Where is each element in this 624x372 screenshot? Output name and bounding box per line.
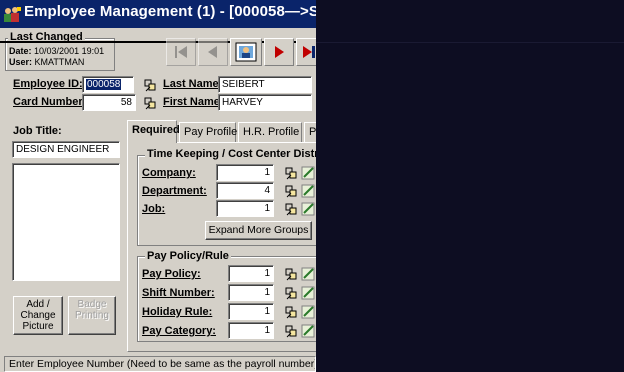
tab-required[interactable]: Required	[127, 120, 180, 143]
card-number-field[interactable]: 58	[82, 94, 136, 111]
edit-pencil-icon[interactable]	[301, 285, 315, 301]
people-icon	[2, 5, 22, 23]
add-change-picture-button[interactable]: Add / Change Picture	[13, 296, 63, 335]
job-label: Job:	[142, 203, 166, 215]
company-field[interactable]: 1	[216, 164, 274, 181]
department-field[interactable]: 4	[216, 182, 274, 199]
last-changed-date-value: 10/03/2001 19:01	[34, 46, 105, 56]
holiday-rule-label: Holiday Rule:	[142, 306, 213, 318]
holiday-rule-field[interactable]: 1	[228, 303, 274, 320]
redacted-region	[316, 0, 624, 372]
last-name-label: Last Name:	[163, 78, 223, 90]
badge-printing-button[interactable]: Badge Printing	[68, 296, 116, 335]
company-label: Company:	[142, 167, 196, 179]
job-field[interactable]: 1	[216, 200, 274, 217]
expand-more-groups-button[interactable]: Expand More Groups	[205, 221, 312, 240]
first-record-button[interactable]	[166, 38, 196, 66]
pay-policy-label: Pay Policy:	[142, 268, 201, 280]
status-bar: Enter Employee Number (Need to be same a…	[4, 356, 316, 372]
shift-number-field[interactable]: 1	[228, 284, 274, 301]
employee-card-button[interactable]	[230, 38, 262, 66]
next-record-button[interactable]	[264, 38, 294, 66]
lookup-icon[interactable]	[283, 266, 299, 282]
employee-id-label: Employee ID:	[13, 78, 83, 90]
employee-photo	[12, 163, 120, 281]
timekeeping-legend: Time Keeping / Cost Center Distribut	[145, 148, 341, 160]
lookup-icon[interactable]	[142, 95, 158, 111]
job-title-label: Job Title:	[13, 125, 62, 137]
edit-pencil-icon[interactable]	[301, 266, 315, 282]
pay-category-field[interactable]: 1	[228, 322, 274, 339]
edit-pencil-icon[interactable]	[301, 183, 315, 199]
lookup-icon[interactable]	[283, 304, 299, 320]
last-name-field[interactable]: SEIBERT	[218, 76, 312, 93]
pay-policy-legend: Pay Policy/Rule	[145, 250, 231, 262]
employee-id-field[interactable]: 000058	[82, 76, 134, 93]
lookup-icon[interactable]	[283, 285, 299, 301]
lookup-icon[interactable]	[283, 323, 299, 339]
employee-id-value: 000058	[86, 79, 122, 90]
edit-pencil-icon[interactable]	[301, 304, 315, 320]
lookup-icon[interactable]	[142, 77, 158, 93]
edit-pencil-icon[interactable]	[301, 201, 315, 217]
lookup-icon[interactable]	[283, 201, 299, 217]
redacted-divider	[316, 42, 624, 43]
last-changed-user-value: KMATTMAN	[34, 57, 85, 67]
department-label: Department:	[142, 185, 207, 197]
employee-management-window: Employee Management (1) - [000058—>SEIBE…	[0, 0, 624, 372]
lookup-icon[interactable]	[283, 183, 299, 199]
first-name-label: First Name:	[163, 96, 224, 108]
previous-record-button[interactable]	[198, 38, 228, 66]
lookup-icon[interactable]	[283, 165, 299, 181]
job-title-field[interactable]: DESIGN ENGINEER	[12, 141, 120, 158]
last-changed-user: User: KMATTMAN	[9, 57, 85, 67]
last-changed-date: Date: 10/03/2001 19:01	[9, 46, 105, 56]
card-number-label: Card Number:	[13, 96, 87, 108]
pay-category-label: Pay Category:	[142, 325, 216, 337]
edit-pencil-icon[interactable]	[301, 323, 315, 339]
edit-pencil-icon[interactable]	[301, 165, 315, 181]
first-name-field[interactable]: HARVEY	[218, 94, 312, 111]
pay-policy-field[interactable]: 1	[228, 265, 274, 282]
tab-hr-profile[interactable]: H.R. Profile	[238, 122, 302, 142]
tab-pay-profile[interactable]: Pay Profile	[179, 122, 237, 142]
shift-number-label: Shift Number:	[142, 287, 215, 299]
